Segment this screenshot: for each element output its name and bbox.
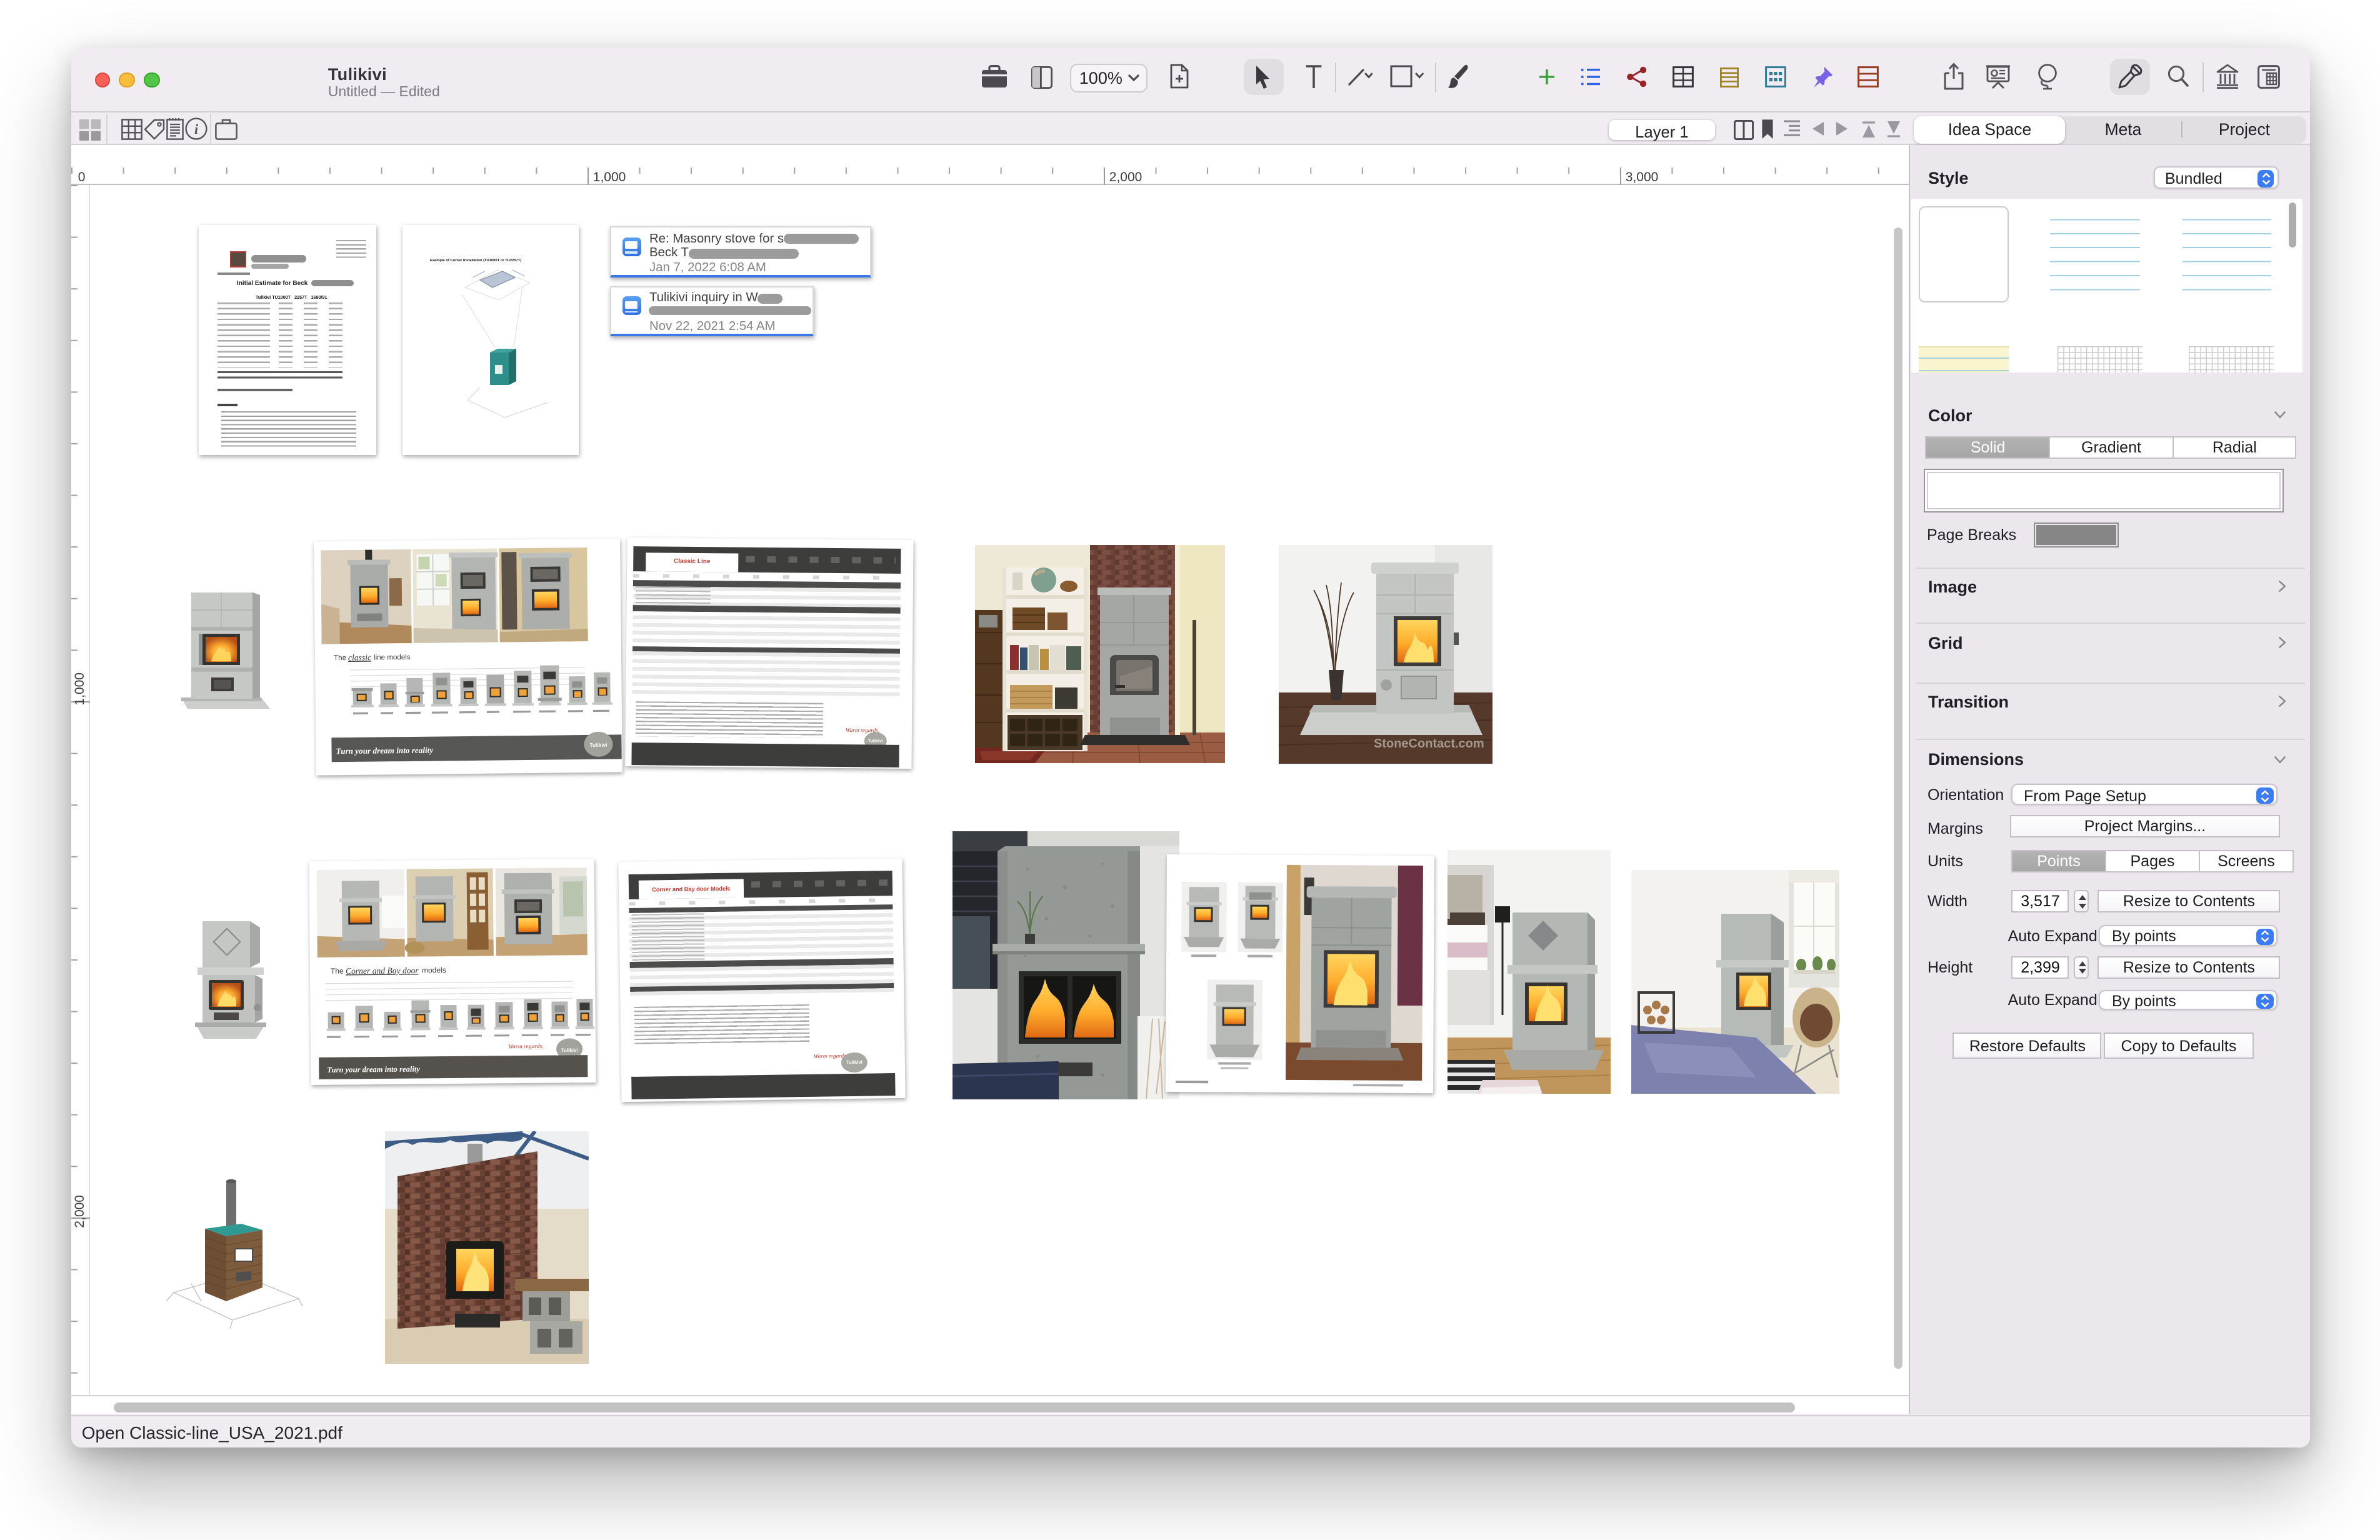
svg-text:line models: line models (374, 652, 411, 661)
svg-text:Turn your dream into reality: Turn your dream into reality (336, 745, 434, 756)
svg-text:Warm regards,: Warm regards, (509, 1042, 544, 1049)
svg-text:Tulikivi: Tulikivi (590, 741, 608, 748)
svg-text:StoneContact.com: StoneContact.com (1374, 736, 1484, 750)
svg-text:models: models (422, 965, 447, 974)
svg-text:classic: classic (349, 652, 372, 661)
svg-text:Turn your dream into reality: Turn your dream into reality (328, 1064, 421, 1073)
svg-text:i: i (195, 121, 199, 137)
svg-text:The: The (331, 966, 344, 975)
svg-text:Corner and Bay door: Corner and Bay door (346, 965, 420, 975)
svg-text:The: The (334, 653, 347, 661)
svg-text:Tulikivi: Tulikivi (562, 1047, 579, 1052)
